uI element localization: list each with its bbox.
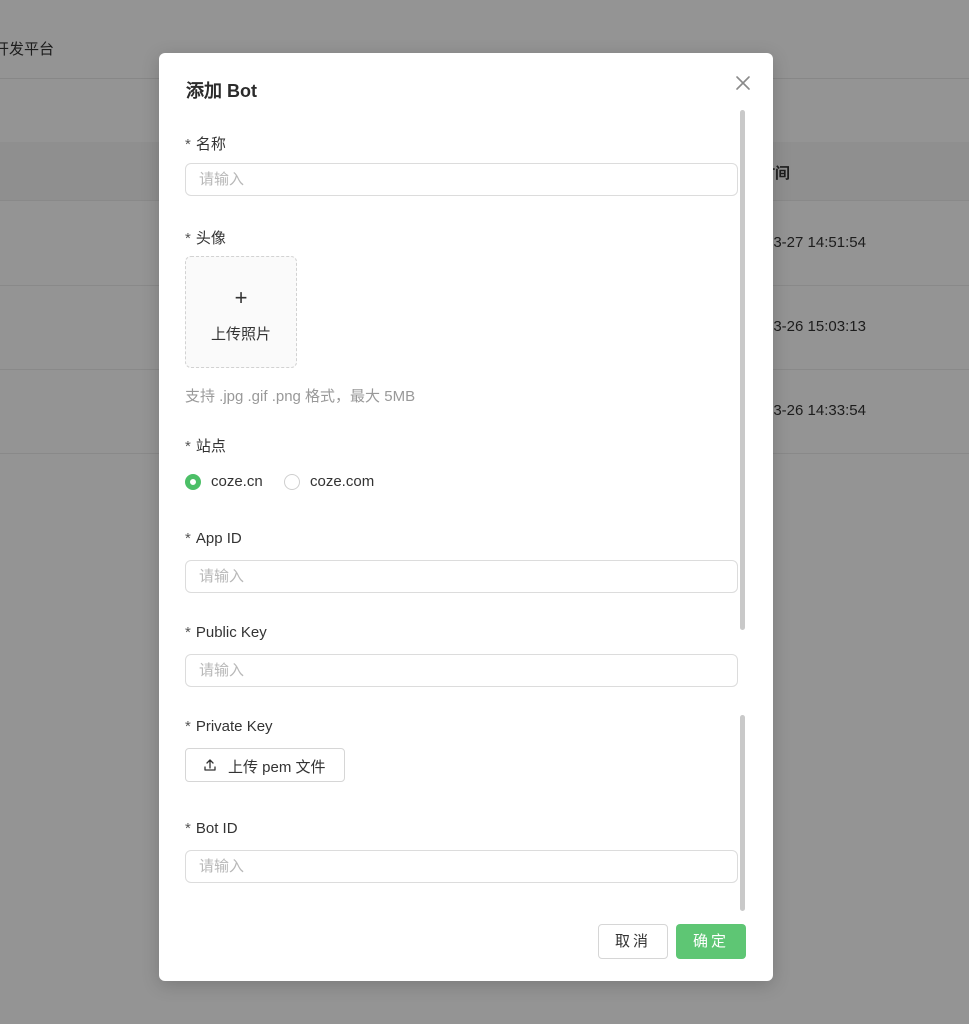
modal-title: 添加 Bot bbox=[186, 81, 257, 101]
upload-pem-label: 上传 pem 文件 bbox=[228, 759, 326, 776]
bot-id-label: * Bot ID bbox=[185, 820, 238, 837]
radio-label: coze.cn bbox=[211, 473, 263, 490]
private-key-label: * Private Key bbox=[185, 718, 273, 735]
name-input[interactable] bbox=[185, 163, 738, 196]
scrollbar-thumb[interactable] bbox=[740, 110, 745, 630]
avatar-label-text: 头像 bbox=[195, 230, 226, 247]
public-key-label: * Public Key bbox=[185, 624, 267, 641]
radio-checked-icon bbox=[185, 474, 201, 490]
upload-icon bbox=[204, 759, 216, 771]
avatar-label: * 头像 bbox=[185, 227, 226, 248]
site-label: * 站点 bbox=[185, 435, 226, 456]
upload-photo-label: 上传照片 bbox=[210, 326, 271, 343]
upload-pem-button[interactable]: 上传 pem 文件 bbox=[185, 748, 345, 782]
name-label: * 名称 bbox=[185, 133, 226, 154]
app-id-input[interactable] bbox=[185, 560, 738, 593]
required-mark: * bbox=[185, 136, 191, 153]
required-mark: * bbox=[185, 438, 191, 455]
public-key-label-text: Public Key bbox=[195, 624, 267, 641]
required-mark: * bbox=[185, 820, 191, 837]
name-label-text: 名称 bbox=[195, 136, 226, 153]
private-key-label-text: Private Key bbox=[195, 718, 273, 735]
bot-id-input[interactable] bbox=[185, 850, 738, 883]
radio-label: coze.com bbox=[310, 473, 375, 490]
avatar-format-hint: 支持 .jpg .gif .png 格式，最大 5MB bbox=[185, 388, 416, 405]
required-mark: * bbox=[185, 624, 191, 641]
site-label-text: 站点 bbox=[195, 438, 226, 455]
app-id-label: * App ID bbox=[185, 530, 242, 547]
scrollbar-thumb-lower[interactable] bbox=[740, 715, 745, 911]
radio-coze-cn[interactable]: coze.cn bbox=[185, 472, 275, 494]
confirm-button[interactable]: 确定 bbox=[676, 924, 746, 959]
cancel-button[interactable]: 取消 bbox=[598, 924, 668, 959]
public-key-input[interactable] bbox=[185, 654, 738, 687]
radio-coze-com[interactable]: coze.com bbox=[284, 472, 384, 494]
radio-unchecked-icon bbox=[284, 474, 300, 490]
required-mark: * bbox=[185, 230, 191, 247]
app-id-label-text: App ID bbox=[195, 530, 242, 547]
add-bot-modal: 添加 Bot *名称 *头像 + 上传照片 支持 .jpg .gif .png … bbox=[159, 53, 773, 981]
bot-id-label-text: Bot ID bbox=[195, 820, 238, 837]
close-button[interactable] bbox=[731, 71, 755, 95]
plus-icon: + bbox=[234, 285, 248, 310]
close-icon bbox=[736, 76, 750, 90]
avatar-upload[interactable]: + 上传照片 bbox=[185, 256, 297, 368]
required-mark: * bbox=[185, 718, 191, 735]
required-mark: * bbox=[185, 530, 191, 547]
